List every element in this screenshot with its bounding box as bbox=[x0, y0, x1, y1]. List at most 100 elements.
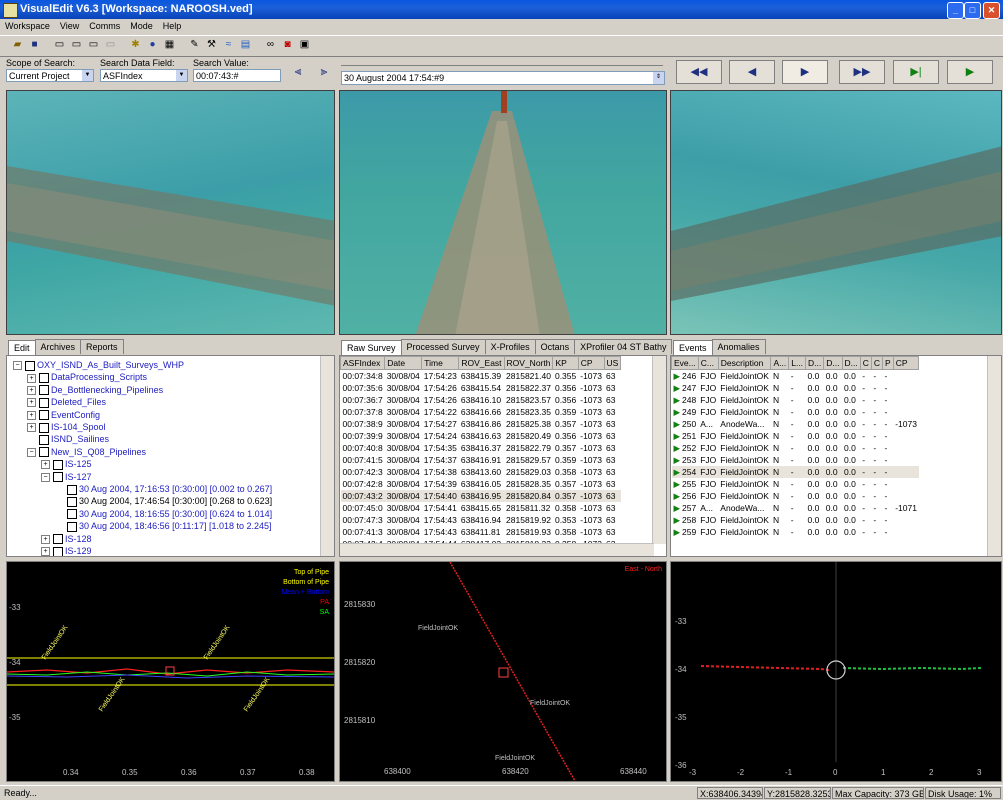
checkbox[interactable] bbox=[39, 373, 49, 384]
maximize-icon[interactable]: □ bbox=[964, 2, 981, 19]
open-folder-icon[interactable]: ▰ bbox=[10, 38, 25, 52]
column-header[interactable]: Date bbox=[384, 356, 423, 370]
table-row[interactable]: 00:07:47:3 30/08/04 17:54:43 638416.94 28158… bbox=[341, 514, 621, 526]
expand-icon[interactable]: − bbox=[13, 361, 22, 371]
tab-octans[interactable]: Octans bbox=[534, 339, 576, 354]
tab-archives[interactable]: Archives bbox=[34, 339, 82, 354]
table-row[interactable]: 00:07:40:8 30/08/04 17:54:35 638416.37 28158… bbox=[341, 442, 621, 454]
spinner-icon[interactable]: ⇕ bbox=[653, 72, 664, 84]
column-header[interactable]: Description bbox=[717, 356, 772, 370]
column-header[interactable]: A... bbox=[770, 356, 790, 370]
tab-edit[interactable]: Edit bbox=[8, 340, 36, 355]
column-header[interactable]: D... bbox=[841, 356, 861, 370]
grid-icon[interactable]: ▦ bbox=[162, 38, 177, 52]
tool-icon[interactable]: ⚒ bbox=[204, 38, 219, 52]
tree-item[interactable]: + DataProcessing_Scripts bbox=[27, 371, 147, 384]
globe-icon[interactable]: ● bbox=[145, 38, 160, 52]
chevron-down-icon[interactable]: ▼ bbox=[176, 70, 187, 81]
report-icon[interactable]: ▣ bbox=[297, 38, 312, 52]
expand-icon[interactable]: + bbox=[27, 410, 36, 420]
table-row[interactable]: ▶ 258 FJO FieldJointOK N -0.0 0.0 0.0- - - bbox=[672, 514, 919, 526]
checkbox[interactable] bbox=[67, 497, 77, 508]
tree-item[interactable]: 30 Aug 2004, 18:46:56 [0:11:17] [1.018 t… bbox=[55, 520, 272, 532]
rewind-button[interactable]: ◀◀ bbox=[676, 60, 722, 84]
column-header[interactable]: D... bbox=[805, 356, 825, 370]
expand-icon[interactable]: + bbox=[41, 460, 50, 470]
table-row[interactable]: ▶ 246 FJO FieldJointOK N -0.0 0.0 0.0- - - bbox=[672, 370, 919, 383]
table-row[interactable]: 00:07:42:3 30/08/04 17:54:38 638413.60 28158… bbox=[341, 466, 621, 478]
go-button[interactable]: ▶ bbox=[947, 60, 993, 84]
tree-scrollbar[interactable] bbox=[320, 356, 334, 556]
video-port[interactable] bbox=[6, 90, 335, 335]
track-chart[interactable]: East - North 2815830 2815820 2815810 638400 6… bbox=[339, 561, 667, 782]
table-row[interactable]: 00:07:41:5 30/08/04 17:54:37 638416.91 28158… bbox=[341, 454, 621, 466]
column-header[interactable]: CP bbox=[892, 356, 920, 370]
gear-icon[interactable]: ✱ bbox=[128, 38, 143, 52]
table-row[interactable]: ▶ 259 FJO FieldJointOK N -0.0 0.0 0.0- - - bbox=[672, 526, 919, 538]
tree-item[interactable]: + EventConfig bbox=[27, 409, 100, 421]
survey-hscroll[interactable] bbox=[340, 543, 654, 556]
column-header[interactable]: C bbox=[859, 356, 872, 370]
events-vscroll[interactable] bbox=[987, 356, 1001, 556]
expand-icon[interactable]: + bbox=[27, 398, 36, 408]
table-row[interactable]: ▶ 252 FJO FieldJointOK N -0.0 0.0 0.0- - - bbox=[672, 442, 919, 454]
checkbox[interactable] bbox=[39, 422, 49, 433]
tab-raw-survey[interactable]: Raw Survey bbox=[341, 340, 402, 355]
expand-icon[interactable]: − bbox=[27, 447, 36, 457]
video-starboard[interactable] bbox=[670, 90, 1002, 335]
expand-icon[interactable]: + bbox=[27, 373, 36, 383]
rec-a-icon[interactable]: ▭ bbox=[52, 38, 67, 52]
column-header[interactable]: ROV_East bbox=[458, 356, 505, 370]
pen-icon[interactable]: ✎ bbox=[187, 38, 202, 52]
column-header[interactable]: US bbox=[603, 356, 622, 370]
tree-item[interactable]: + IS-104_Spool bbox=[27, 421, 106, 433]
chart-icon[interactable]: ▤ bbox=[238, 38, 253, 52]
table-row[interactable]: ▶ 255 FJO FieldJointOK N -0.0 0.0 0.0- - - bbox=[672, 478, 919, 490]
tree-item[interactable]: + IS-125 bbox=[41, 458, 92, 470]
column-header[interactable]: Time bbox=[421, 356, 460, 370]
checkbox[interactable] bbox=[39, 447, 49, 458]
table-row[interactable]: 00:07:39:9 30/08/04 17:54:24 638416.63 28158… bbox=[341, 430, 621, 442]
checkbox[interactable] bbox=[53, 459, 63, 470]
column-header[interactable]: D... bbox=[823, 356, 843, 370]
tab-x-profiles[interactable]: X-Profiles bbox=[484, 339, 536, 354]
step-back-button[interactable]: ◀ bbox=[729, 60, 775, 84]
xprofile-chart[interactable]: -33 -34 -35 -36 -3 -2 -1 0 1 2 3 bbox=[670, 561, 1002, 782]
tab-xprofiler-bathy[interactable]: XProfiler 04 ST Bathy bbox=[574, 339, 673, 354]
table-row[interactable]: ▶ 253 FJO FieldJointOK N -0.0 0.0 0.0- - - bbox=[672, 454, 919, 466]
expand-icon[interactable]: + bbox=[41, 547, 50, 556]
column-header[interactable]: L... bbox=[788, 356, 807, 370]
column-header[interactable]: KP bbox=[552, 356, 579, 370]
binoculars-icon[interactable]: ∞ bbox=[263, 38, 278, 52]
tree-item[interactable]: + Deleted_Files bbox=[27, 396, 106, 408]
next-frame-button[interactable]: ▶| bbox=[893, 60, 939, 84]
fast-forward-button[interactable]: ▶▶ bbox=[839, 60, 885, 84]
search-value-input[interactable]: 00:07:43:# bbox=[193, 69, 281, 82]
tree-item[interactable]: + IS-129 bbox=[41, 545, 92, 556]
checkbox[interactable] bbox=[39, 397, 49, 408]
expand-icon[interactable]: − bbox=[41, 472, 50, 482]
checkbox[interactable] bbox=[53, 546, 63, 556]
table-row[interactable]: ▶ 249 FJO FieldJointOK N -0.0 0.0 0.0- - - bbox=[672, 406, 919, 418]
checkbox[interactable] bbox=[67, 484, 77, 495]
save-icon[interactable]: ■ bbox=[27, 38, 42, 52]
table-row[interactable]: ▶ 248 FJO FieldJointOK N -0.0 0.0 0.0- - - bbox=[672, 394, 919, 406]
checkbox[interactable] bbox=[39, 410, 49, 421]
minimize-icon[interactable]: _ bbox=[947, 2, 964, 19]
checkbox[interactable] bbox=[67, 521, 77, 532]
scope-select[interactable]: Current Project ▼ bbox=[6, 69, 94, 82]
checkbox[interactable] bbox=[67, 509, 77, 520]
checkbox[interactable] bbox=[39, 435, 49, 446]
checkbox[interactable] bbox=[39, 385, 49, 396]
tab-events[interactable]: Events bbox=[673, 340, 713, 355]
table-row[interactable]: 00:07:45:0 30/08/04 17:54:41 638415.65 28158… bbox=[341, 502, 621, 514]
table-row[interactable]: ▶ 256 FJO FieldJointOK N -0.0 0.0 0.0- - - bbox=[672, 490, 919, 502]
time-slider[interactable] bbox=[341, 59, 663, 66]
table-row[interactable]: ▶ 250 A... AnodeWa... N -0.0 0.0 0.0- - - -1073 bbox=[672, 418, 919, 430]
tree-item[interactable]: − IS-127 bbox=[41, 471, 92, 483]
column-header[interactable]: C bbox=[870, 356, 884, 370]
wave-icon[interactable]: ≈ bbox=[221, 38, 236, 52]
column-header[interactable]: CP bbox=[577, 356, 605, 370]
checkbox[interactable] bbox=[25, 360, 35, 371]
table-row[interactable]: 00:07:35:6 30/08/04 17:54:26 638415.54 28158… bbox=[341, 382, 621, 394]
